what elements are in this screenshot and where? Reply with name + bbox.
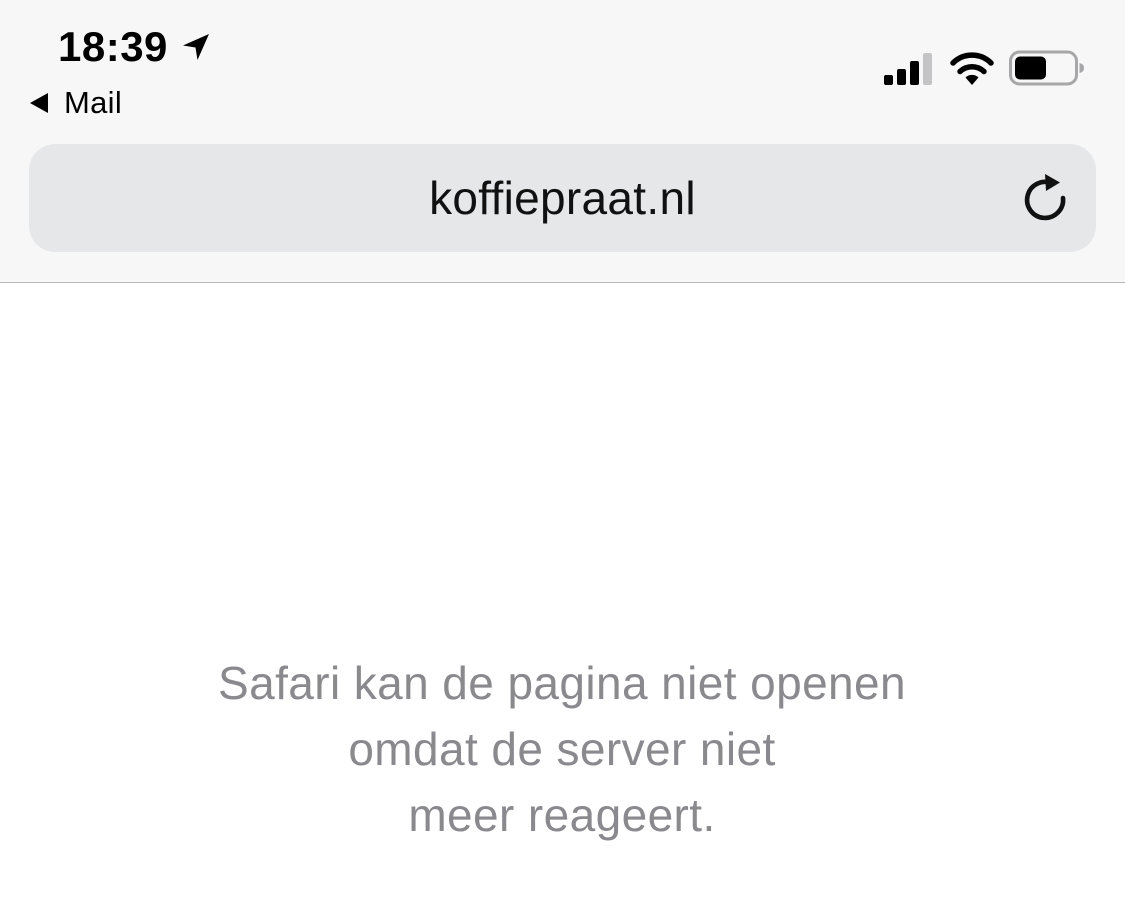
error-line-1: Safari kan de pagina niet openen — [218, 657, 906, 709]
back-triangle-icon — [30, 93, 48, 113]
cellular-signal-icon — [884, 53, 932, 85]
status-bar-indicators — [883, 48, 1085, 88]
battery-icon — [1009, 50, 1084, 86]
reload-icon — [1024, 174, 1066, 221]
error-line-3: meer reageert. — [408, 789, 716, 841]
reload-button[interactable] — [1018, 171, 1072, 225]
status-time: 18:39 — [58, 23, 168, 70]
back-app-label: Mail — [64, 85, 123, 120]
location-arrow-icon — [182, 34, 209, 60]
status-bar-time-group: 18:39 — [58, 22, 212, 72]
url-text[interactable]: koffiepraat.nl — [29, 144, 1096, 252]
browser-top-chrome: 18:39 Mail koffiepraat.nl — [0, 0, 1125, 283]
error-line-2: omdat de server niet — [348, 723, 776, 775]
wifi-icon — [950, 52, 994, 85]
address-bar[interactable]: koffiepraat.nl — [29, 144, 1096, 252]
safari-screen: 18:39 Mail koffiepraat.nl Safari kan de … — [0, 0, 1125, 897]
back-to-mail-button[interactable]: Mail — [28, 82, 122, 124]
page-load-error-message: Safari kan de pagina niet openen omdat d… — [112, 650, 1012, 848]
